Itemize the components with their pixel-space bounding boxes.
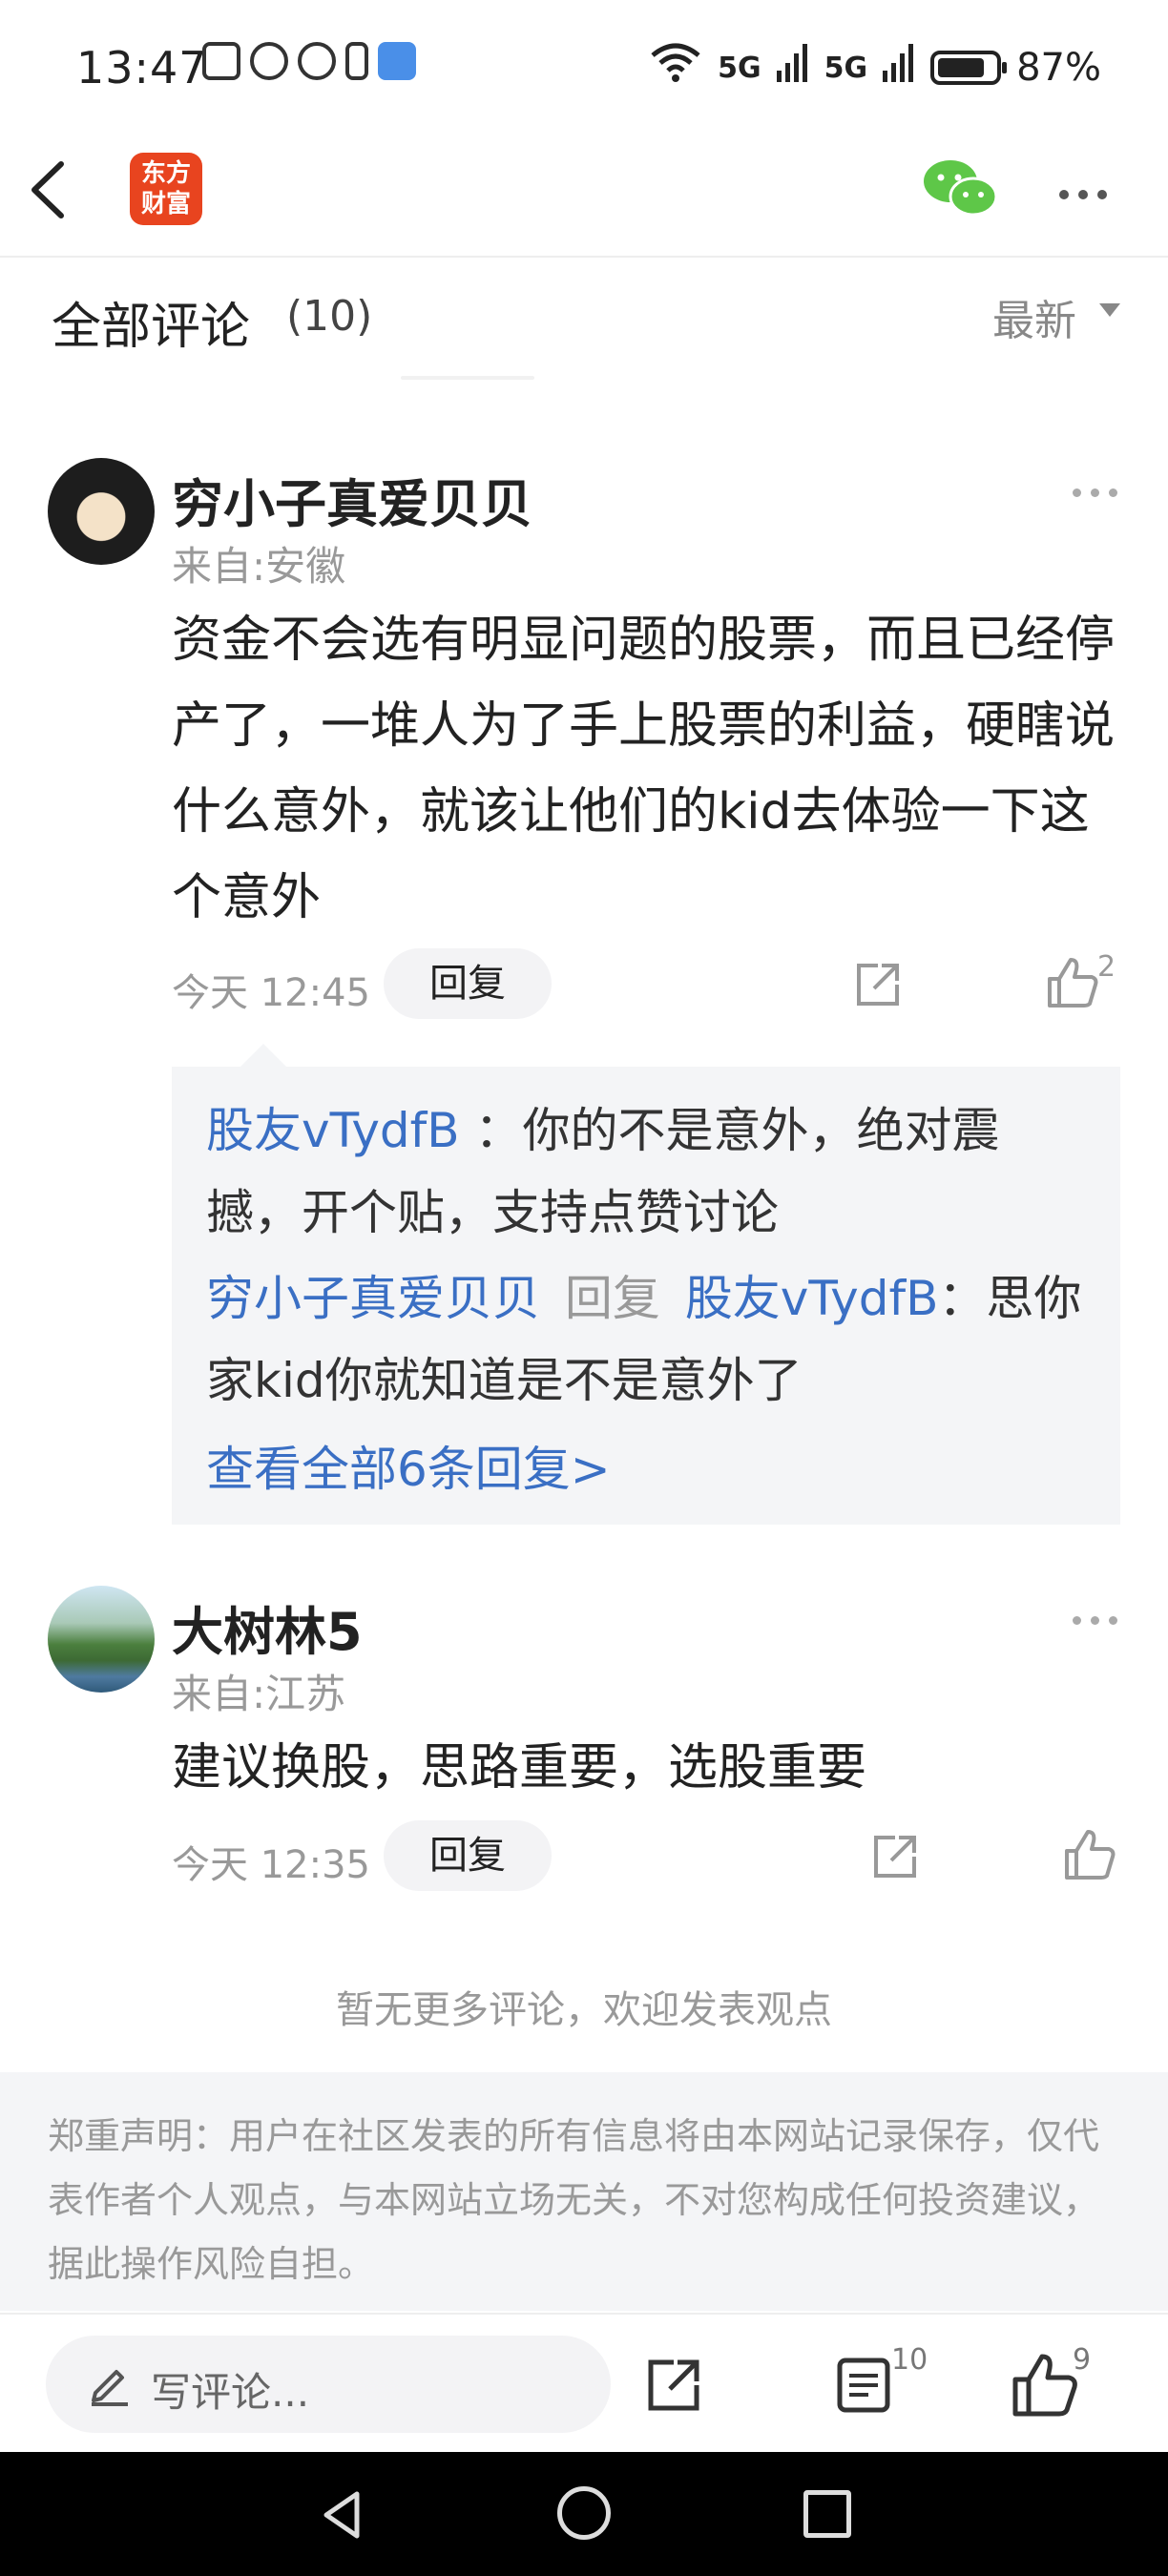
signal-bars-icon	[883, 44, 915, 92]
nfc-icon	[202, 42, 240, 80]
comments-count: (10)	[286, 292, 373, 341]
comment-more-icon[interactable]	[1073, 488, 1127, 497]
reply-separator: ：	[938, 1271, 987, 1326]
bottom-toolbar: 写评论... 10 9	[0, 2313, 1168, 2454]
thumbs-up-icon[interactable]	[1012, 2353, 1078, 2418]
phone-icon	[345, 42, 368, 80]
reply-item: 股友vTydfB ：你的不是意外，绝对震撼，开个贴，支持点赞讨论	[206, 1090, 1086, 1254]
logo-text-line1: 东方	[140, 159, 191, 188]
wechat-share-icon[interactable]	[922, 156, 998, 221]
logo-text-line2: 财富	[140, 190, 191, 218]
comment-content: 资金不会选有明显问题的股票，而且已经停产了，一堆人为了手上股票的利益，硬瞎说什么…	[172, 612, 1116, 926]
status-time: 13:47	[76, 42, 208, 93]
comments-section-title: 全部评论	[52, 299, 251, 356]
nav-home-icon[interactable]	[557, 2486, 611, 2540]
avatar[interactable]	[48, 1586, 155, 1693]
top-nav-bar: 东方 财富	[0, 134, 1168, 258]
comment-username[interactable]: 大树林5	[172, 1589, 363, 1665]
comment-time: 今天 12:35	[172, 1843, 370, 1887]
sort-dropdown[interactable]: 最新	[992, 286, 1076, 347]
comment-content: 建议换股，思路重要，选股重要	[172, 1739, 867, 1797]
like-count-badge: 9	[1073, 2343, 1092, 2377]
alarm-icon	[250, 42, 288, 80]
reply-button[interactable]: 回复	[384, 1820, 552, 1891]
signal-bars-icon	[776, 44, 809, 92]
signal-5g-label-1: 5G	[718, 51, 761, 85]
comment-username[interactable]: 穷小子真爱贝贝	[172, 462, 532, 537]
comment-location: 来自:安徽	[172, 543, 346, 590]
reply-box-pointer	[240, 1044, 286, 1067]
divider	[401, 376, 534, 380]
battery-icon	[930, 51, 1008, 85]
share-icon[interactable]	[870, 1832, 920, 1881]
status-icons-right: 5G 5G 87%	[649, 42, 1101, 93]
status-icons-left	[202, 42, 416, 80]
reply-target-username[interactable]: 股友vTydfB	[685, 1271, 939, 1326]
share-icon[interactable]	[645, 2357, 702, 2414]
comments-list-icon[interactable]	[836, 2357, 891, 2414]
comment-time: 今天 12:45	[172, 971, 370, 1015]
system-navigation-bar	[0, 2452, 1168, 2576]
avatar[interactable]	[48, 458, 155, 565]
reply-username[interactable]: 股友vTydfB	[206, 1103, 460, 1158]
nav-back-icon[interactable]	[315, 2486, 372, 2544]
nav-recent-apps-icon[interactable]	[803, 2490, 851, 2538]
reply-label: 回复	[564, 1271, 660, 1326]
comment-placeholder: 写评论...	[151, 2369, 310, 2416]
sort-chevron-down-icon[interactable]	[1099, 303, 1120, 317]
thumbs-up-icon[interactable]	[1046, 956, 1099, 1009]
write-comment-input[interactable]: 写评论...	[46, 2336, 611, 2433]
more-options-icon[interactable]	[1059, 185, 1116, 199]
reply-username[interactable]: 穷小子真爱贝贝	[206, 1271, 540, 1326]
thumbs-up-icon[interactable]	[1063, 1828, 1116, 1881]
app-notification-icon	[378, 42, 416, 80]
signal-5g-label-2: 5G	[824, 51, 868, 85]
wifi-icon	[649, 42, 702, 93]
comment-count-badge: 10	[891, 2343, 928, 2377]
eastmoney-logo[interactable]: 东方 财富	[130, 153, 202, 225]
comment-location: 来自:江苏	[172, 1671, 346, 1717]
reply-button[interactable]: 回复	[384, 948, 552, 1019]
headphones-icon	[298, 42, 336, 80]
share-icon[interactable]	[853, 960, 903, 1009]
battery-percent: 87%	[1016, 46, 1101, 90]
disclaimer-text: 郑重声明：用户在社区发表的所有信息将由本网站记录保存，仅代表作者个人观点，与本网…	[0, 2072, 1168, 2311]
status-bar: 13:47 5G 5G 87%	[0, 0, 1168, 134]
replies-container: 股友vTydfB ：你的不是意外，绝对震撼，开个贴，支持点赞讨论 穷小子真爱贝贝…	[172, 1067, 1120, 1525]
back-arrow-icon[interactable]	[21, 156, 78, 223]
like-count: 2	[1097, 950, 1116, 984]
no-more-comments-text: 暂无更多评论，欢迎发表观点	[336, 1988, 832, 2032]
reply-item: 穷小子真爱贝贝 回复 股友vTydfB：思你家kid你就知道是不是意外了	[206, 1257, 1086, 1422]
comment-more-icon[interactable]	[1073, 1616, 1127, 1625]
view-all-replies-link[interactable]: 查看全部6条回复>	[206, 1431, 1086, 1500]
reply-separator: ：	[474, 1103, 523, 1158]
pen-icon	[88, 2362, 132, 2406]
